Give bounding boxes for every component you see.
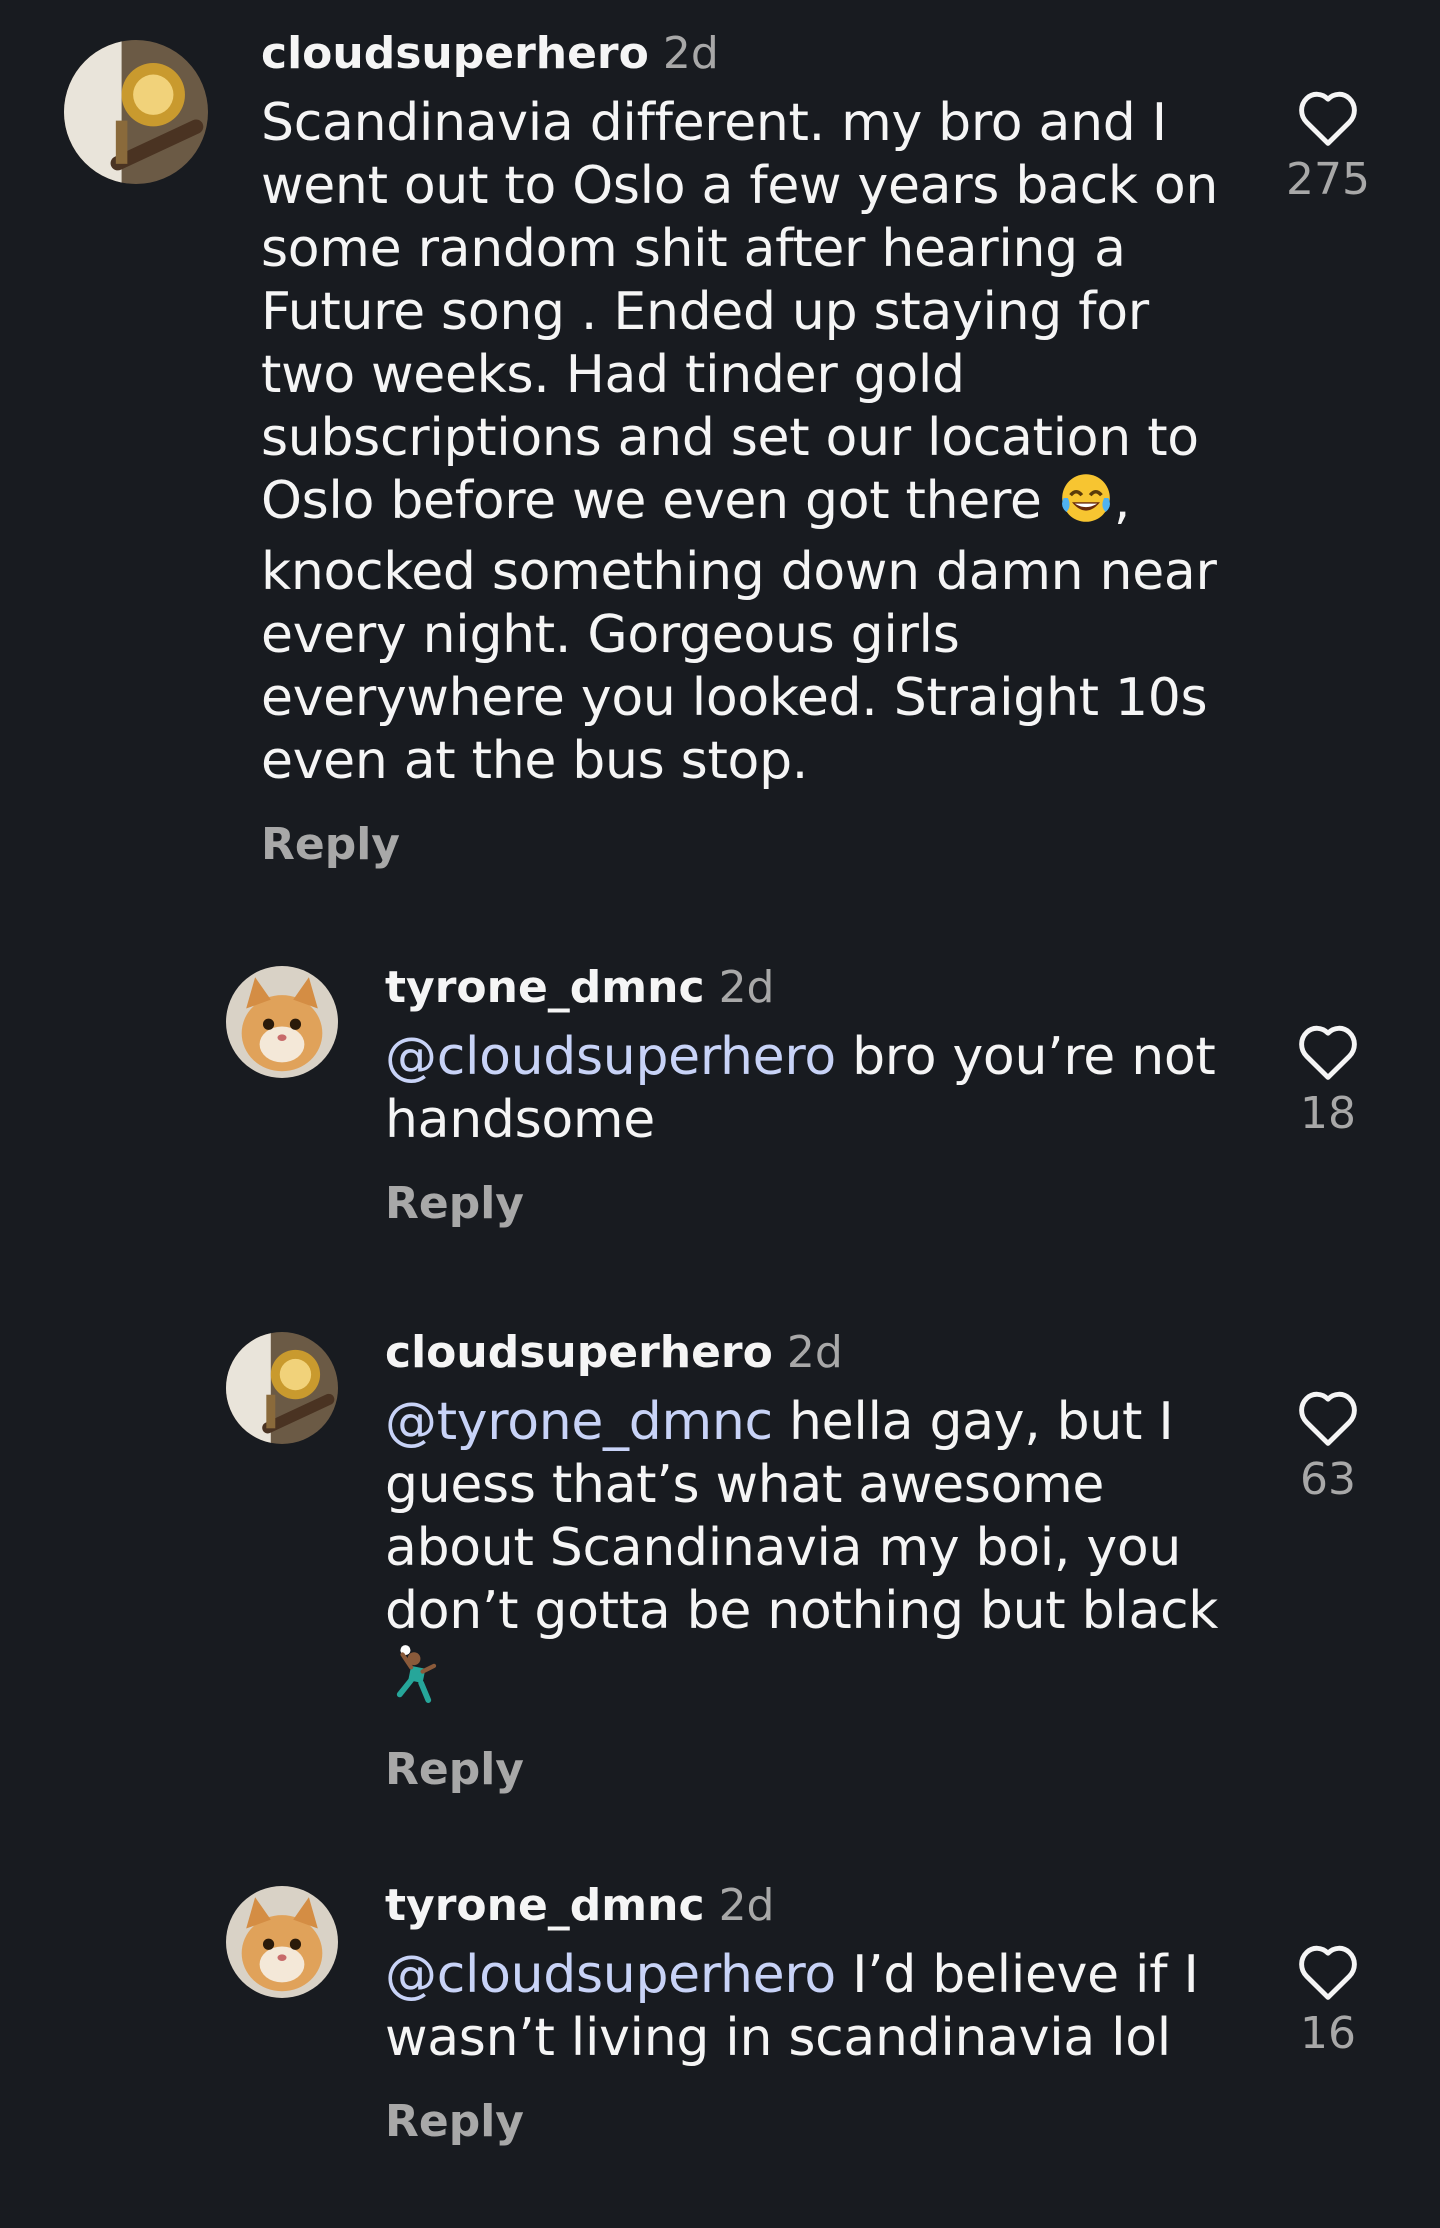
- heart-icon[interactable]: [1295, 1022, 1361, 1082]
- comment-time: 2d: [786, 1327, 843, 1378]
- like-count: 16: [1300, 2008, 1356, 2059]
- reply-button[interactable]: Reply: [385, 2094, 1225, 2150]
- avatar[interactable]: [226, 966, 338, 1078]
- comment-meta: tyrone_dmnc 2d: [385, 960, 1225, 1016]
- like-control[interactable]: 63: [1258, 1388, 1398, 1508]
- whiskey-cigar-avatar-icon: [226, 1332, 338, 1444]
- comment-text: Scandinavia different. my bro and I went…: [261, 92, 1221, 793]
- mention-link[interactable]: @cloudsuperhero: [385, 1945, 836, 2005]
- comment-text: @tyrone_dmnc hella gay, but I guess that…: [385, 1391, 1225, 1718]
- mention-link[interactable]: @tyrone_dmnc: [385, 1392, 773, 1452]
- heart-icon[interactable]: [1295, 1388, 1361, 1448]
- username[interactable]: cloudsuperhero: [261, 28, 649, 79]
- avatar[interactable]: [226, 1332, 338, 1444]
- mention-link[interactable]: @cloudsuperhero: [385, 1027, 836, 1087]
- like-control[interactable]: 18: [1258, 1022, 1398, 1142]
- comment-text: @cloudsuperhero bro you’re not handsome: [385, 1026, 1225, 1152]
- comment-time: 2d: [662, 28, 719, 79]
- reply-button[interactable]: Reply: [261, 817, 1221, 873]
- username[interactable]: cloudsuperhero: [385, 1327, 773, 1378]
- comment-meta: cloudsuperhero 2d: [385, 1325, 1225, 1381]
- cat-avatar-icon: [226, 966, 338, 1078]
- whiskey-cigar-avatar-icon: [64, 40, 208, 184]
- username[interactable]: tyrone_dmnc: [385, 962, 705, 1013]
- laughing-tears-emoji: [1058, 470, 1114, 541]
- comment-text-part: Scandinavia different. my bro and I went…: [261, 93, 1219, 531]
- avatar[interactable]: [64, 40, 208, 184]
- heart-icon[interactable]: [1295, 1942, 1361, 2002]
- cat-avatar-icon: [226, 1886, 338, 1998]
- heart-icon[interactable]: [1295, 88, 1361, 148]
- reply-button[interactable]: Reply: [385, 1742, 1225, 1798]
- comment-text: @cloudsuperhero I’d believe if I wasn’t …: [385, 1944, 1225, 2070]
- reply-button[interactable]: Reply: [385, 1176, 1225, 1232]
- comment-meta: cloudsuperhero 2d: [261, 26, 1221, 82]
- like-count: 63: [1300, 1454, 1356, 1505]
- like-count: 275: [1286, 154, 1370, 205]
- handball-player-emoji: [385, 1643, 443, 1718]
- avatar[interactable]: [226, 1886, 338, 1998]
- comment-time: 2d: [718, 1880, 775, 1931]
- comment-time: 2d: [718, 962, 775, 1013]
- username[interactable]: tyrone_dmnc: [385, 1880, 705, 1931]
- comment-meta: tyrone_dmnc 2d: [385, 1878, 1225, 1934]
- like-control[interactable]: 275: [1258, 88, 1398, 208]
- like-control[interactable]: 16: [1258, 1942, 1398, 2062]
- like-count: 18: [1300, 1088, 1356, 1139]
